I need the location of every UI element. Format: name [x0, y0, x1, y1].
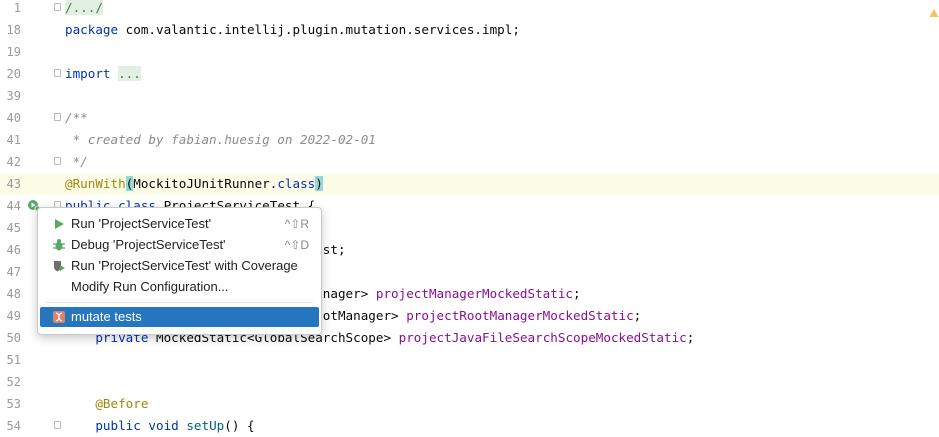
- run-icon: [55, 219, 64, 229]
- code-token: ...: [118, 66, 141, 81]
- shortcut-label: ^⇧R: [284, 217, 309, 231]
- code-line[interactable]: 51: [0, 349, 939, 371]
- code-token: ;: [633, 308, 642, 323]
- code-line[interactable]: 43 @RunWith(MockitoJUnitRunner.class): [0, 173, 939, 195]
- line-number: 51: [6, 353, 21, 367]
- code-line[interactable]: 52: [0, 371, 939, 393]
- code-line[interactable]: 20 import ...: [0, 63, 939, 85]
- code-token: public void: [95, 418, 179, 433]
- run-context-popup: Run 'ProjectServiceTest' ^⇧R Debug 'Proj…: [37, 207, 322, 335]
- code-text: public void setUp() {: [65, 415, 255, 437]
- popup-item-label: Debug 'ProjectServiceTest': [71, 237, 226, 252]
- line-number: 1: [13, 1, 21, 15]
- code-line[interactable]: 1 /.../: [0, 0, 939, 19]
- line-number: 43: [6, 177, 21, 191]
- code-line[interactable]: 18 package com.valantic.intellij.plugin.m…: [0, 19, 939, 41]
- popup-item-debug[interactable]: Debug 'ProjectServiceTest' ^⇧D: [40, 235, 319, 255]
- popup-item-coverage[interactable]: Run 'ProjectServiceTest' with Coverage: [40, 256, 319, 276]
- popup-separator: [46, 302, 313, 303]
- code-line[interactable]: 54 public void setUp() {: [0, 415, 939, 437]
- code-token: package: [65, 22, 119, 37]
- line-number: 49: [6, 309, 21, 323]
- shortcut-label: ^⇧D: [284, 238, 309, 252]
- code-line[interactable]: 42 */: [0, 151, 939, 173]
- line-number: 42: [6, 155, 21, 169]
- code-token: import: [65, 66, 111, 81]
- line-number: 48: [6, 287, 21, 301]
- fold-marker-icon[interactable]: [54, 3, 61, 11]
- line-number: 46: [6, 243, 21, 257]
- code-text: /.../: [65, 0, 103, 19]
- code-line[interactable]: 19: [0, 41, 939, 63]
- code-token: /**: [65, 110, 88, 125]
- code-token: setUp: [186, 418, 225, 433]
- code-token: */: [65, 154, 88, 169]
- code-token: @RunWith: [65, 176, 126, 191]
- code-token: @Before: [95, 396, 149, 411]
- code-token: MockitoJUnitRunner.: [133, 176, 278, 191]
- popup-item-label: Run 'ProjectServiceTest' with Coverage: [71, 258, 298, 273]
- fold-marker-icon[interactable]: [54, 157, 61, 165]
- code-token: ;: [573, 286, 581, 301]
- line-number: 47: [6, 265, 21, 279]
- code-token: class: [277, 176, 316, 191]
- code-token: /.../: [65, 0, 103, 15]
- coverage-icon: [54, 261, 65, 272]
- code-token: com.valantic.intellij.plugin.mutation.se…: [118, 22, 520, 37]
- code-text: * created by fabian.huesig on 2022-02-01: [65, 129, 376, 151]
- fold-marker-icon[interactable]: [54, 421, 61, 429]
- line-number: 54: [6, 419, 21, 433]
- line-number: 20: [6, 67, 21, 81]
- line-number: 18: [6, 23, 21, 37]
- code-line[interactable]: 41 * created by fabian.huesig on 2022-02…: [0, 129, 939, 151]
- code-text: /**: [65, 107, 88, 129]
- line-number: 44: [6, 199, 21, 213]
- code-line[interactable]: 40 /**: [0, 107, 939, 129]
- line-number: 40: [6, 111, 21, 125]
- code-token: ;: [686, 330, 695, 345]
- code-token: ): [315, 176, 323, 191]
- line-number: 53: [6, 397, 21, 411]
- popup-item-label: Modify Run Configuration...: [71, 279, 229, 294]
- code-line[interactable]: 53 @Before: [0, 393, 939, 415]
- line-number: 50: [6, 331, 21, 345]
- code-text: package com.valantic.intellij.plugin.mut…: [65, 19, 520, 41]
- debug-icon: [53, 239, 65, 251]
- code-token: projectRootManagerMockedStatic: [406, 308, 634, 323]
- code-text: @RunWith(MockitoJUnitRunner.class): [65, 173, 323, 195]
- code-line[interactable]: 39: [0, 85, 939, 107]
- code-token: projectManagerMockedStatic: [375, 286, 574, 301]
- fold-marker-icon[interactable]: [54, 113, 61, 121]
- code-token: projectJavaFileSearchScopeMockedStatic: [398, 330, 687, 345]
- fold-marker-icon[interactable]: [54, 69, 61, 77]
- line-number: 39: [6, 89, 21, 103]
- popup-item-mutate-tests[interactable]: mutate tests: [40, 307, 319, 327]
- popup-item-run[interactable]: Run 'ProjectServiceTest' ^⇧R: [40, 214, 319, 234]
- popup-item-modify-config[interactable]: Modify Run Configuration...: [40, 277, 319, 297]
- code-text: */: [65, 151, 88, 173]
- warning-icon[interactable]: [929, 8, 939, 18]
- code-token: * created by fabian.huesig on 2022-02-01: [65, 132, 376, 147]
- code-text: @Before: [65, 393, 148, 415]
- line-number: 52: [6, 375, 21, 389]
- popup-item-label: mutate tests: [71, 309, 142, 324]
- code-text: import ...: [65, 63, 141, 85]
- line-number: 19: [6, 45, 21, 59]
- line-number: 41: [6, 133, 21, 147]
- code-token: () {: [224, 418, 255, 433]
- mutation-icon: [53, 311, 65, 323]
- popup-item-label: Run 'ProjectServiceTest': [71, 216, 212, 231]
- line-number: 45: [6, 221, 21, 235]
